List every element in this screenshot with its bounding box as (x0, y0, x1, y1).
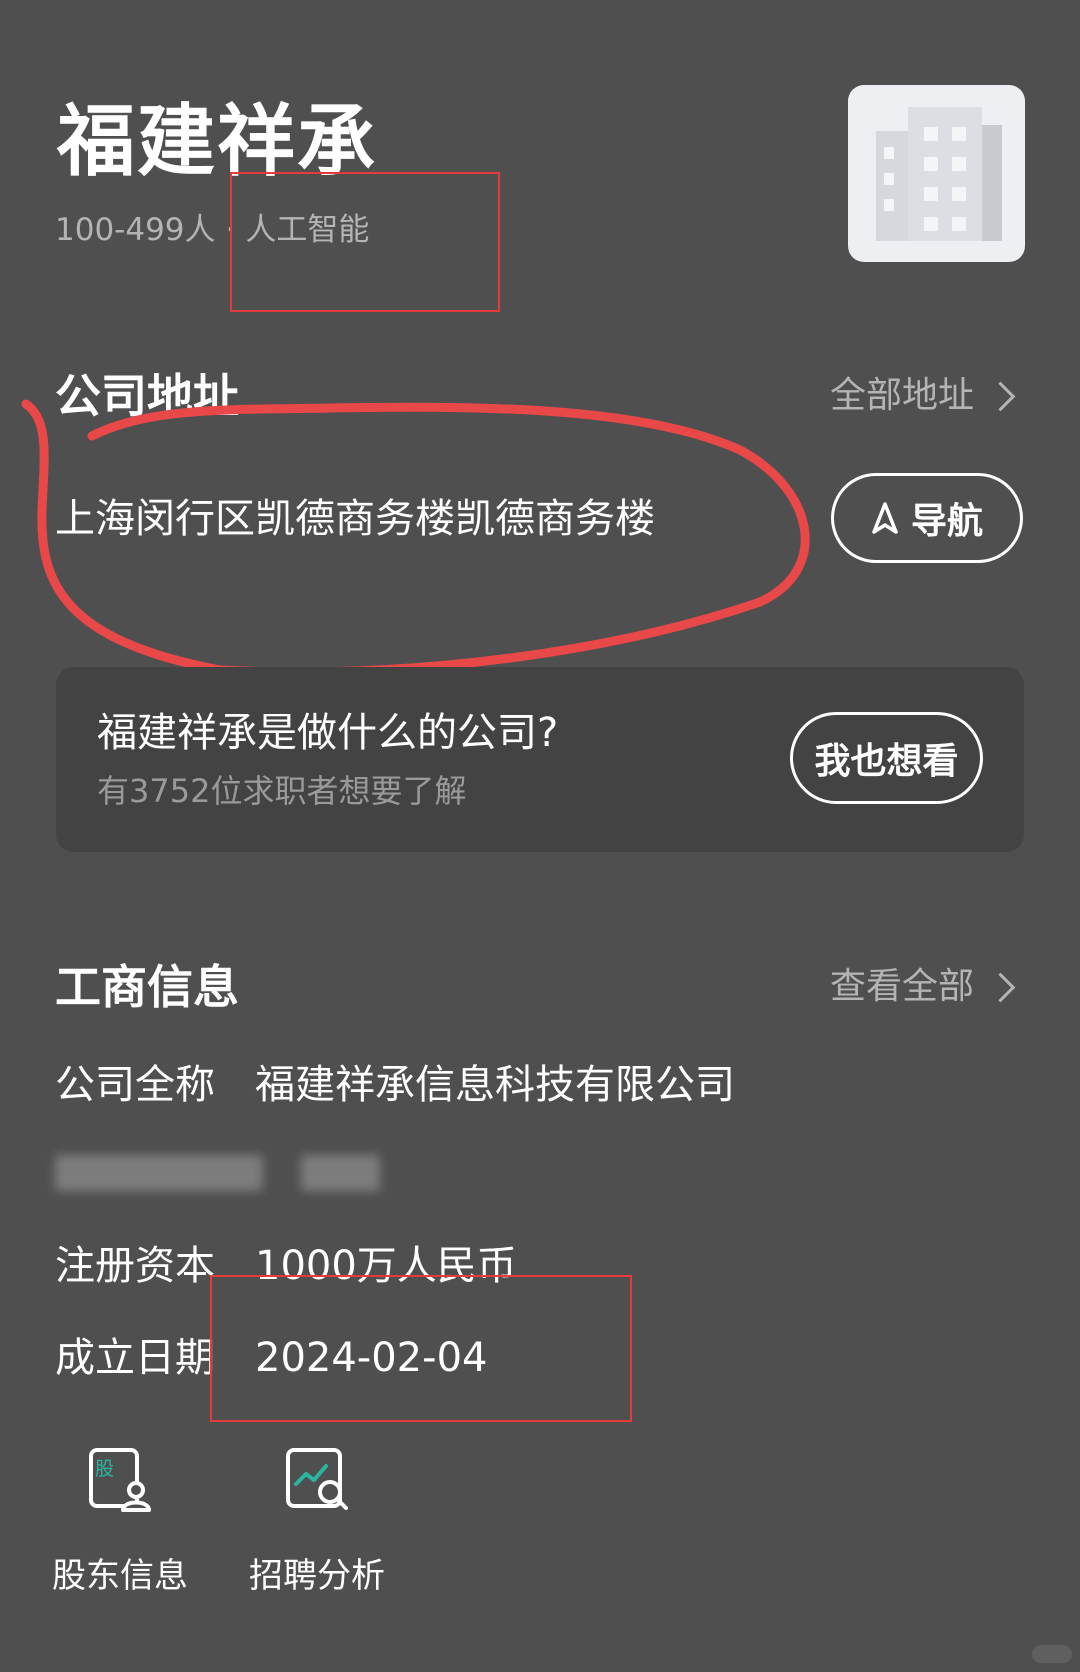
recruitment-analysis-icon (286, 1448, 348, 1510)
chevron-right-icon (985, 972, 1016, 1002)
info-value: 福建祥承信息科技有限公司 (255, 1062, 735, 1108)
company-logo (848, 85, 1025, 262)
info-label: 公司全称 (55, 1062, 215, 1108)
annotation-loop-address (21, 399, 810, 677)
watermark-badge (1032, 1645, 1072, 1663)
shareholder-info-label: 股东信息 (52, 1556, 188, 1596)
view-all-label: 查看全部 (830, 966, 975, 1007)
annotation-box-industry (230, 172, 500, 312)
annotation-box-date (210, 1275, 632, 1422)
qa-question: 福建祥承是做什么的公司? (97, 710, 559, 756)
shareholder-icon: 股 (89, 1448, 151, 1512)
blurred-legal-representative (55, 1155, 380, 1195)
shareholder-info-tool[interactable]: 股 股东信息 (50, 1444, 190, 1600)
shareholder-icon-text: 股 (95, 1458, 114, 1480)
recruitment-analysis-label: 招聘分析 (249, 1556, 385, 1596)
info-row-full-name: 公司全称 福建祥承信息科技有限公司 (55, 1057, 735, 1113)
view-all-business-link[interactable]: 查看全部 (830, 962, 1016, 1012)
want-to-see-button[interactable]: 我也想看 (790, 712, 983, 804)
qa-interest-count: 有3752位求职者想要了解 (97, 772, 467, 810)
building-icon (876, 107, 1002, 241)
recruitment-analysis-tool[interactable]: 招聘分析 (247, 1444, 387, 1600)
company-size: 100-499人 (55, 212, 216, 248)
business-section-title: 工商信息 (55, 960, 239, 1014)
